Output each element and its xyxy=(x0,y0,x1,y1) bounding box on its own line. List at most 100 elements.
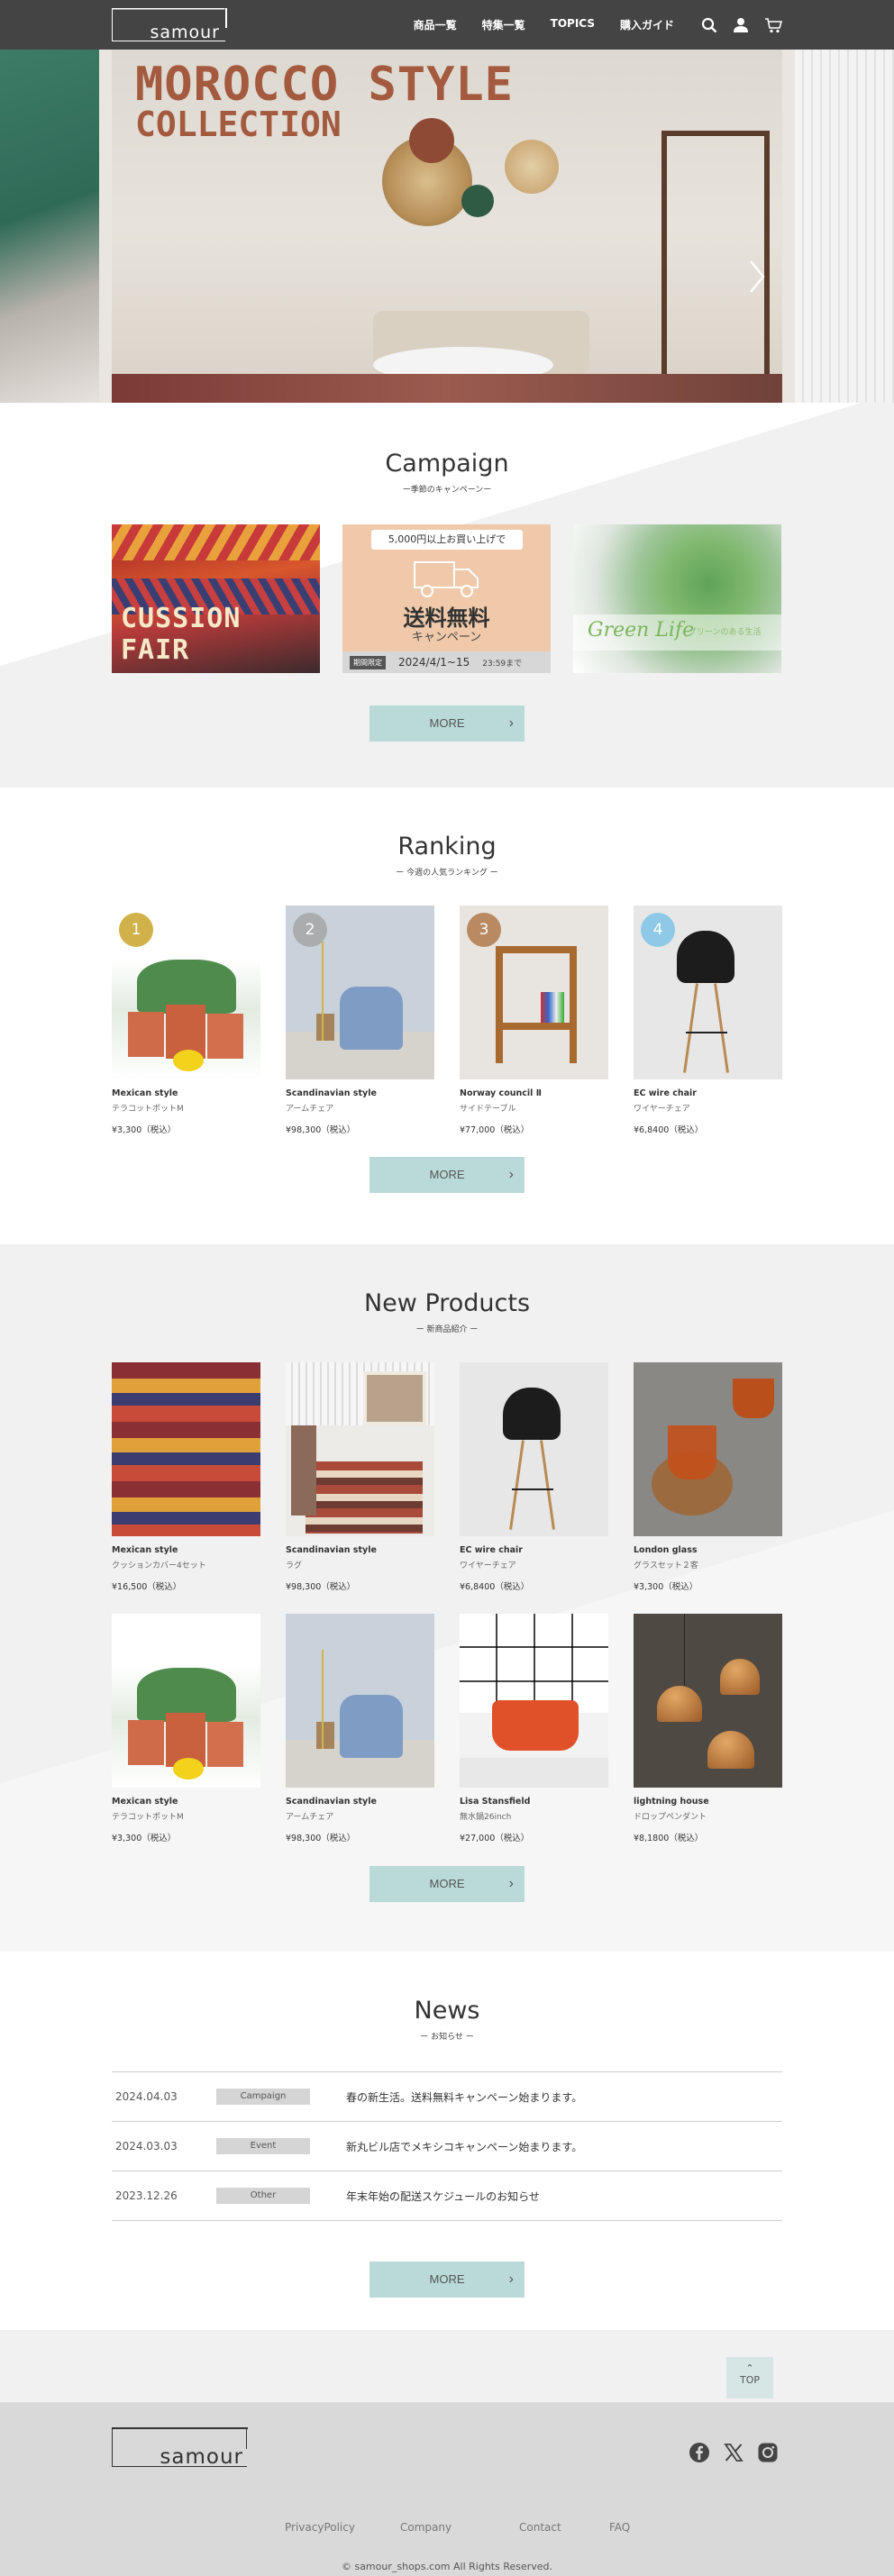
chevron-up-icon: ⌃ xyxy=(745,2362,754,2374)
rug-shape xyxy=(112,374,782,403)
news-text[interactable]: 新丸ビル店でメキシコキャンペーン始まります。 xyxy=(346,2139,582,2154)
product-price: ¥98,300（税込） xyxy=(286,1834,356,1843)
campaign-period-band: 期間限定 2024/4/1~15 23:59まで xyxy=(342,651,551,673)
hero-title-line2: COLLECTION xyxy=(135,104,342,144)
ranking-item[interactable]: 1 Mexican style テラコットポットM ¥3,300（税込） xyxy=(112,906,260,1135)
product-name: アームチェア xyxy=(286,1813,334,1822)
truck-icon xyxy=(413,555,483,602)
news-more-button[interactable]: MORE › xyxy=(369,2262,525,2298)
instagram-icon[interactable] xyxy=(757,2442,779,2467)
news-list: 2024.04.03 Campaign 春の新生活。送料無料キャンペーン始まりま… xyxy=(112,2071,782,2221)
product-brand: Lisa Stansfield xyxy=(460,1797,531,1807)
search-icon[interactable] xyxy=(701,17,717,33)
product-price: ¥98,300（税込） xyxy=(286,1125,356,1135)
site-footer: samour PrivacyPolicy Company Contact FAQ… xyxy=(0,2402,894,2576)
hero-title-line1: MOROCCO STYLE xyxy=(135,58,514,112)
product-name: アームチェア xyxy=(286,1105,334,1114)
social-links xyxy=(689,2442,779,2467)
news-row[interactable]: 2024.03.03 Event 新丸ビル店でメキシコキャンペーン始まります。 xyxy=(112,2122,782,2171)
rank-badge: 1 xyxy=(119,913,153,947)
ranking-item[interactable]: 3 Norway council Ⅱ サイドテーブル ¥77,000（税込） xyxy=(460,906,608,1135)
product-image xyxy=(634,1614,782,1788)
product-brand: Mexican style xyxy=(112,1545,178,1555)
product-image xyxy=(460,1614,608,1788)
product-price: ¥3,300（税込） xyxy=(634,1582,698,1592)
cart-icon[interactable] xyxy=(764,17,782,33)
product-price: ¥3,300（税込） xyxy=(112,1125,177,1135)
product-price: ¥6,8400（税込） xyxy=(634,1125,704,1135)
campaign-more-button[interactable]: MORE › xyxy=(369,705,525,742)
product-card[interactable]: Lisa Stansfield 無水鍋26inch ¥27,000（税込） xyxy=(460,1614,608,1843)
product-brand: Mexican style xyxy=(112,1088,178,1098)
free-shipping-sub: キャンペーン xyxy=(411,631,482,644)
product-card[interactable]: Mexican style クッションカバー4セット ¥16,500（税込） xyxy=(112,1362,260,1592)
hero-slide-image[interactable]: MOROCCO STYLE COLLECTION xyxy=(112,50,782,403)
product-card[interactable]: EC wire chair ワイヤーチェア ¥6,8400（税込） xyxy=(460,1362,608,1592)
nav-guide[interactable]: 購入ガイド xyxy=(620,17,674,32)
product-name: サイドテーブル xyxy=(460,1105,516,1114)
x-twitter-icon[interactable] xyxy=(723,2442,744,2467)
product-brand: Mexican style xyxy=(112,1797,178,1807)
product-brand: London glass xyxy=(634,1545,698,1555)
ranking-grid: 1 Mexican style テラコットポットM ¥3,300（税込） 2 S… xyxy=(112,906,782,1135)
product-name: ドロップペンダント xyxy=(634,1813,707,1822)
nav-features[interactable]: 特集一覧 xyxy=(482,17,525,32)
more-label: MORE xyxy=(429,2272,465,2286)
news-category: Other xyxy=(216,2188,310,2204)
footer-link-privacy[interactable]: PrivacyPolicy xyxy=(285,2521,400,2534)
site-logo[interactable]: samour xyxy=(112,8,227,42)
product-brand: EC wire chair xyxy=(460,1545,523,1555)
ranking-item[interactable]: 4 EC wire chair ワイヤーチェア ¥6,8400（税込） xyxy=(634,906,782,1135)
facebook-icon[interactable] xyxy=(689,2442,710,2467)
product-card[interactable]: Scandinavian style アームチェア ¥98,300（税込） xyxy=(286,1614,434,1843)
product-image xyxy=(460,1362,608,1536)
product-name: ラグ xyxy=(286,1561,303,1570)
product-brand: Scandinavian style xyxy=(286,1797,377,1807)
news-date: 2023.12.26 xyxy=(115,2189,178,2202)
news-text[interactable]: 春の新生活。送料無料キャンペーン始まります。 xyxy=(346,2089,582,2105)
product-card[interactable]: lightning house ドロップペンダント ¥8,1800（税込） xyxy=(634,1614,782,1843)
user-icon[interactable] xyxy=(734,17,748,32)
product-name: グラスセット２客 xyxy=(634,1561,698,1570)
product-image xyxy=(286,1362,434,1536)
footer-link-company[interactable]: Company xyxy=(400,2521,519,2534)
product-image xyxy=(634,1362,782,1536)
campaign-card-cushion[interactable]: CUSSION FAIR xyxy=(112,524,320,673)
ranking-more-button[interactable]: MORE › xyxy=(369,1157,525,1193)
campaign-card-green-life[interactable]: Green Life グリーンのある生活 xyxy=(573,524,781,673)
news-row[interactable]: 2023.12.26 Other 年末年始の配送スケジュールのお知らせ xyxy=(112,2171,782,2221)
limited-tag: 期間限定 xyxy=(350,655,386,669)
product-card[interactable]: London glass グラスセット２客 ¥3,300（税込） xyxy=(634,1362,782,1592)
top-label: TOP xyxy=(739,2374,760,2386)
nav-topics[interactable]: TOPICS xyxy=(551,17,595,32)
product-name: テラコットポットM xyxy=(112,1105,184,1114)
hero-prev-slide-image xyxy=(0,50,99,403)
chevron-right-icon: › xyxy=(508,1167,514,1182)
footer-link-contact[interactable]: Contact xyxy=(519,2521,609,2534)
site-header: samour 商品一覧 特集一覧 TOPICS 購入ガイド xyxy=(0,0,894,50)
nav-products[interactable]: 商品一覧 xyxy=(414,17,457,32)
campaign-dates: 2024/4/1~15 xyxy=(398,656,470,669)
product-price: ¥6,8400（税込） xyxy=(460,1582,530,1592)
campaign-card-free-shipping[interactable]: 5,000円以上お買い上げで 送料無料 キャンペーン 期間限定 2024/4/1… xyxy=(342,524,551,673)
news-text[interactable]: 年末年始の配送スケジュールのお知らせ xyxy=(346,2189,540,2204)
chevron-right-icon[interactable] xyxy=(748,259,766,298)
footer-logo[interactable]: samour xyxy=(112,2427,248,2469)
product-image xyxy=(112,1614,260,1788)
product-card[interactable]: Scandinavian style ラグ ¥98,300（税込） xyxy=(286,1362,434,1592)
footer-link-faq[interactable]: FAQ xyxy=(609,2521,645,2534)
product-name: ワイヤーチェア xyxy=(460,1561,516,1570)
campaign-subtitle: ー季節のキャンペーンー xyxy=(402,486,492,495)
ranking-section: Ranking ー 今週の人気ランキング ー 1 Mexican style テ… xyxy=(0,787,894,1244)
product-name: 無水鍋26inch xyxy=(460,1813,512,1822)
shipping-condition: 5,000円以上お買い上げで xyxy=(371,530,523,550)
product-card[interactable]: Mexican style テラコットポットM ¥3,300（税込） xyxy=(112,1614,260,1843)
news-row[interactable]: 2024.04.03 Campaign 春の新生活。送料無料キャンペーン始まりま… xyxy=(112,2072,782,2122)
news-title: News xyxy=(414,1997,480,2025)
news-section: News ー お知らせ ー 2024.04.03 Campaign 春の新生活。… xyxy=(0,1952,894,2330)
new-products-more-button[interactable]: MORE › xyxy=(369,1866,525,1902)
chevron-right-icon: › xyxy=(508,1876,514,1891)
news-category: Event xyxy=(216,2138,310,2154)
ranking-item[interactable]: 2 Scandinavian style アームチェア ¥98,300（税込） xyxy=(286,906,434,1135)
back-to-top-button[interactable]: ⌃ TOP xyxy=(726,2357,773,2399)
